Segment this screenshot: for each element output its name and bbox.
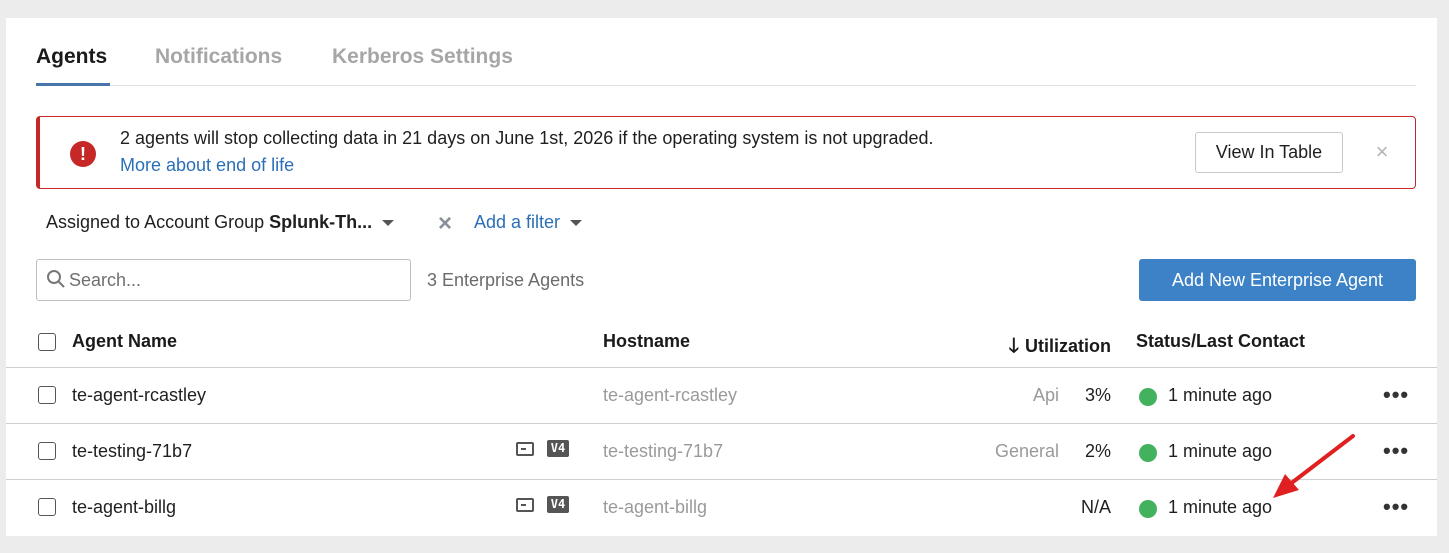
row-checkbox[interactable] bbox=[38, 442, 56, 460]
status-online-icon bbox=[1139, 444, 1157, 462]
table-row[interactable]: te-agent-billg V4 te-agent-billg N/A 1 m… bbox=[6, 480, 1437, 536]
utilization: N/A bbox=[1080, 497, 1111, 517]
utilization: 2% bbox=[1084, 441, 1111, 461]
annotation-arrow-icon bbox=[1273, 434, 1355, 498]
utilization: 3% bbox=[1084, 385, 1111, 405]
add-enterprise-agent-button[interactable]: Add New Enterprise Agent bbox=[1139, 259, 1416, 301]
header-agent-name[interactable]: Agent Name bbox=[72, 331, 177, 352]
more-options-icon[interactable]: ••• bbox=[1383, 494, 1409, 520]
tab-bar: Agents Notifications Kerberos Settings bbox=[36, 18, 1416, 86]
add-filter-label: Add a filter bbox=[474, 212, 561, 232]
account-group-filter[interactable]: Assigned to Account Group Splunk-Th... bbox=[46, 212, 395, 233]
search-box bbox=[36, 259, 411, 301]
chevron-down-icon bbox=[570, 220, 583, 227]
header-hostname[interactable]: Hostname bbox=[603, 331, 690, 352]
end-of-life-link[interactable]: More about end of life bbox=[120, 155, 294, 176]
header-utilization[interactable]: 🡓 Utilization bbox=[1009, 331, 1111, 365]
last-contact: 1 minute ago bbox=[1168, 441, 1273, 461]
agent-name[interactable]: te-agent-billg bbox=[72, 497, 176, 518]
sort-down-icon: 🡓 bbox=[1008, 335, 1019, 357]
hostname: te-testing-71b7 bbox=[603, 441, 724, 461]
hostname: te-agent-rcastley bbox=[603, 385, 738, 405]
v4-icon: V4 bbox=[547, 496, 569, 513]
close-icon[interactable]: × bbox=[1370, 139, 1394, 165]
add-filter-button[interactable]: Add a filter bbox=[474, 212, 583, 233]
container-icon bbox=[516, 498, 534, 512]
exclamation-icon: ! bbox=[70, 141, 96, 167]
chevron-down-icon bbox=[382, 220, 395, 227]
more-options-icon[interactable]: ••• bbox=[1383, 438, 1409, 464]
end-of-life-banner: ! 2 agents will stop collecting data in … bbox=[36, 116, 1416, 189]
tab-kerberos-settings[interactable]: Kerberos Settings bbox=[332, 45, 513, 69]
last-contact: 1 minute ago bbox=[1168, 497, 1273, 517]
view-in-table-button[interactable]: View In Table bbox=[1195, 132, 1343, 173]
row-checkbox[interactable] bbox=[38, 386, 56, 404]
header-status[interactable]: Status/Last Contact bbox=[1136, 331, 1305, 352]
banner-message: 2 agents will stop collecting data in 21… bbox=[120, 128, 934, 148]
agent-type: Api bbox=[1032, 385, 1059, 405]
hostname: te-agent-billg bbox=[603, 497, 708, 517]
search-input[interactable] bbox=[69, 261, 404, 299]
header-utilization-label: Utilization bbox=[1025, 336, 1111, 356]
agent-count: 3 Enterprise Agents bbox=[427, 270, 585, 290]
v4-icon: V4 bbox=[547, 440, 569, 457]
select-all-checkbox[interactable] bbox=[38, 333, 56, 351]
agents-panel: Agents Notifications Kerberos Settings !… bbox=[6, 18, 1437, 536]
search-icon bbox=[47, 270, 65, 288]
container-icon bbox=[516, 442, 534, 456]
tab-agents[interactable]: Agents bbox=[36, 45, 107, 69]
last-contact: 1 minute ago bbox=[1168, 385, 1273, 405]
filter-value: Splunk-Th... bbox=[269, 212, 373, 232]
active-tab-indicator bbox=[36, 83, 110, 86]
agent-type: General bbox=[994, 441, 1059, 461]
table-row[interactable]: te-testing-71b7 V4 te-testing-71b7 Gener… bbox=[6, 424, 1437, 480]
table-header: Agent Name Hostname 🡓 Utilization Status/… bbox=[6, 318, 1437, 368]
agent-name[interactable]: te-agent-rcastley bbox=[72, 385, 206, 406]
row-checkbox[interactable] bbox=[38, 498, 56, 516]
status-online-icon bbox=[1139, 388, 1157, 406]
table-row[interactable]: te-agent-rcastley te-agent-rcastley Api … bbox=[6, 368, 1437, 424]
status-online-icon bbox=[1139, 500, 1157, 518]
clear-filter-icon[interactable]: × bbox=[438, 210, 452, 238]
more-options-icon[interactable]: ••• bbox=[1383, 382, 1409, 408]
agent-name[interactable]: te-testing-71b7 bbox=[72, 441, 192, 462]
tab-notifications[interactable]: Notifications bbox=[155, 45, 282, 69]
filter-label: Assigned to Account Group bbox=[46, 212, 270, 232]
